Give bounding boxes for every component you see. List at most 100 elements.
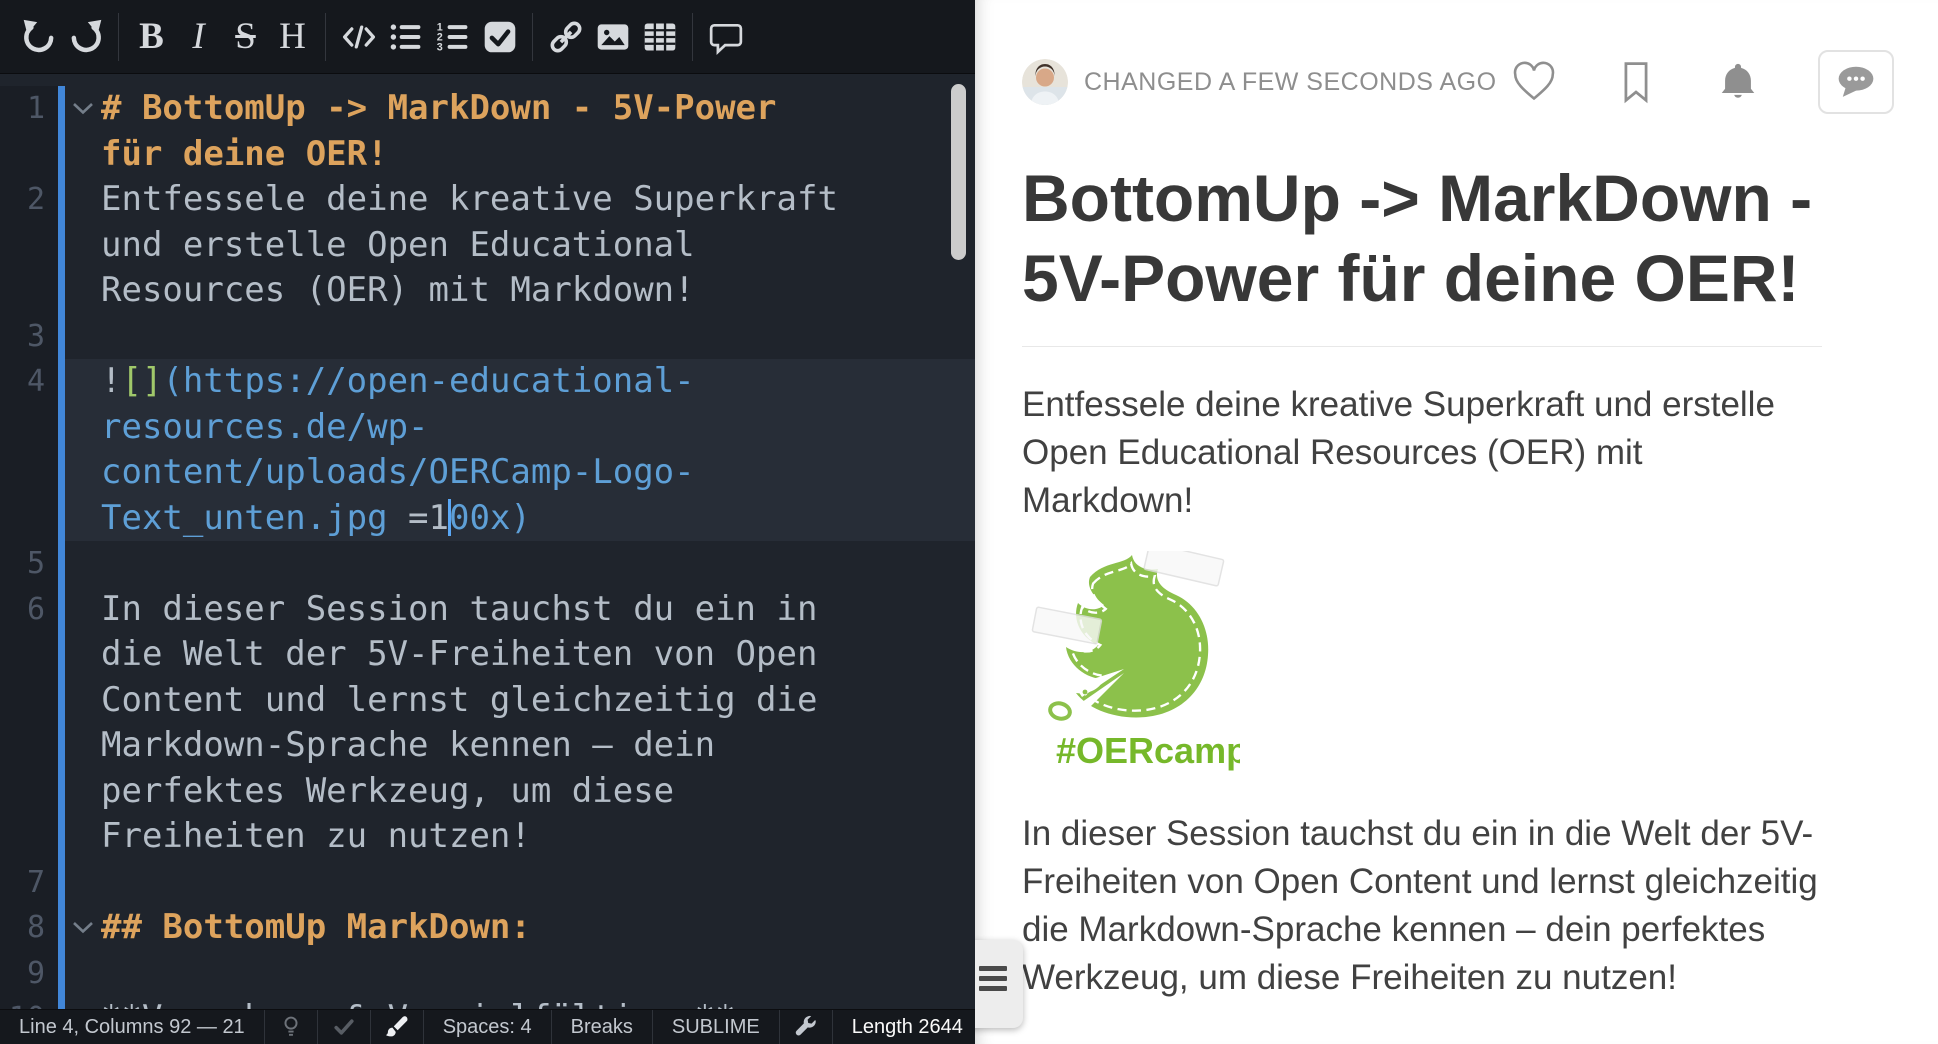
code-text[interactable]: Entfessele deine kreative Superkraft und… bbox=[101, 177, 846, 314]
editor-line[interactable]: 9 bbox=[0, 951, 975, 997]
undo-button[interactable] bbox=[15, 13, 62, 61]
wrench-icon bbox=[793, 1014, 819, 1040]
spaces-setting[interactable]: Spaces: 4 bbox=[424, 1010, 552, 1044]
image-icon bbox=[595, 19, 631, 55]
ordered-list-button[interactable]: 123 bbox=[429, 13, 476, 61]
line-number: 7 bbox=[0, 860, 58, 906]
document-length-status: Length 2644 bbox=[833, 1010, 982, 1044]
fold-chevron-icon[interactable] bbox=[65, 86, 101, 177]
editor-text-area[interactable]: 1# BottomUp -> MarkDown - 5V-Power für d… bbox=[0, 74, 975, 1009]
code-token: =1 bbox=[388, 498, 449, 538]
last-changed-label: CHANGED A FEW SECONDS AGO bbox=[1084, 68, 1497, 97]
note-title: BottomUp -> MarkDown - 5V-Power für dein… bbox=[1022, 158, 1822, 347]
intro-paragraph: Entfessele deine kreative Superkraft und… bbox=[1022, 381, 1822, 525]
code-text[interactable] bbox=[101, 541, 846, 587]
table-button[interactable] bbox=[636, 13, 683, 61]
bookmark-button[interactable] bbox=[1614, 60, 1658, 104]
unordered-list-button[interactable] bbox=[382, 13, 429, 61]
fold-gutter bbox=[65, 587, 101, 860]
toolbar-group: BISH bbox=[118, 13, 325, 61]
fold-gutter bbox=[65, 359, 101, 541]
fold-chevron-icon[interactable] bbox=[65, 905, 101, 951]
session-paragraph: In dieser Session tauchst du ein in die … bbox=[1022, 810, 1822, 1002]
line-number: 2 bbox=[0, 177, 58, 314]
change-indicator bbox=[58, 951, 65, 997]
bold-icon: B bbox=[139, 18, 164, 55]
ordered-list-icon: 123 bbox=[435, 19, 471, 55]
linebreaks-setting[interactable]: Breaks bbox=[552, 1010, 653, 1044]
editor-line[interactable]: 10**Verwahren & Vervielfältigen** bbox=[0, 996, 975, 1009]
bookmark-icon bbox=[1614, 60, 1658, 104]
line-number: 8 bbox=[0, 905, 58, 951]
oercamp-logo-text: #OERcamp bbox=[1056, 730, 1240, 771]
line-number: 5 bbox=[0, 541, 58, 587]
toolbar-group: 123 bbox=[325, 13, 532, 61]
editor-line[interactable]: 5 bbox=[0, 541, 975, 587]
editor-line[interactable]: 8 ## BottomUp MarkDown: bbox=[0, 905, 975, 951]
redo-button[interactable] bbox=[62, 13, 109, 61]
check-button[interactable] bbox=[318, 1010, 371, 1044]
cursor-position-status: Line 4, Columns 92 — 21 bbox=[0, 1010, 265, 1044]
comment-button[interactable] bbox=[702, 13, 749, 61]
brush-button[interactable] bbox=[371, 1010, 424, 1044]
italic-button[interactable]: I bbox=[175, 13, 222, 61]
preferences-button[interactable] bbox=[780, 1010, 833, 1044]
lightbulb-button[interactable] bbox=[265, 1010, 318, 1044]
code-token: # BottomUp -> MarkDown - 5V-Power für de… bbox=[101, 88, 797, 174]
table-icon bbox=[642, 19, 678, 55]
strikethrough-icon: S bbox=[235, 18, 256, 55]
bell-button[interactable] bbox=[1716, 60, 1760, 104]
line-number: 3 bbox=[0, 314, 58, 360]
comment-button[interactable] bbox=[1818, 50, 1894, 114]
heading-button[interactable]: H bbox=[269, 13, 316, 61]
fold-gutter bbox=[65, 177, 101, 314]
strikethrough-button[interactable]: S bbox=[222, 13, 269, 61]
code-token: 00x) bbox=[449, 498, 531, 538]
toolbar-group bbox=[532, 13, 692, 61]
redo-icon bbox=[68, 19, 104, 55]
code-token: **Verwahren & Vervielfältigen** bbox=[101, 998, 736, 1009]
editor-line[interactable]: 6In dieser Session tauchst du ein in die… bbox=[0, 587, 975, 860]
change-indicator bbox=[58, 996, 65, 1009]
line-number: 6 bbox=[0, 587, 58, 860]
line-number: 9 bbox=[0, 951, 58, 997]
editor-status-bar: Line 4, Columns 92 — 21 Spaces: 4 Breaks… bbox=[0, 1009, 975, 1044]
code-button[interactable] bbox=[335, 13, 382, 61]
heart-button[interactable] bbox=[1512, 60, 1556, 104]
code-text[interactable] bbox=[101, 860, 846, 906]
comment-bubble-icon bbox=[1834, 63, 1878, 101]
change-indicator bbox=[58, 541, 65, 587]
heading-icon: H bbox=[279, 18, 306, 55]
code-text[interactable] bbox=[101, 314, 846, 360]
fold-gutter bbox=[65, 860, 101, 906]
check-icon bbox=[331, 1014, 357, 1040]
line-number: 4 bbox=[0, 359, 58, 541]
editor-scrollbar-thumb[interactable] bbox=[951, 84, 966, 260]
menu-icon bbox=[979, 966, 1007, 996]
code-text[interactable] bbox=[101, 951, 846, 997]
bold-button[interactable]: B bbox=[128, 13, 175, 61]
code-token: ! bbox=[101, 361, 121, 401]
code-text[interactable]: # BottomUp -> MarkDown - 5V-Power für de… bbox=[101, 86, 846, 177]
code-icon bbox=[341, 19, 377, 55]
editor-line[interactable]: 1# BottomUp -> MarkDown - 5V-Power für d… bbox=[0, 86, 975, 177]
code-text[interactable]: ![](https://open-educational-resources.d… bbox=[101, 359, 846, 541]
editor-line[interactable]: 4![](https://open-educational-resources.… bbox=[0, 359, 975, 541]
author-avatar[interactable] bbox=[1022, 59, 1068, 105]
editor-line[interactable]: 3 bbox=[0, 314, 975, 360]
keymap-setting[interactable]: SUBLIME bbox=[653, 1010, 780, 1044]
toc-toggle[interactable] bbox=[975, 940, 1023, 1028]
check-list-button[interactable] bbox=[476, 13, 523, 61]
code-text[interactable]: **Verwahren & Vervielfältigen** bbox=[101, 996, 846, 1009]
image-button[interactable] bbox=[589, 13, 636, 61]
editor-line[interactable]: 7 bbox=[0, 860, 975, 906]
oercamp-logo-image: #OERcamp bbox=[1028, 551, 1240, 777]
svg-text:3: 3 bbox=[436, 41, 442, 53]
bell-icon bbox=[1716, 60, 1760, 104]
undo-icon bbox=[21, 19, 57, 55]
link-button[interactable] bbox=[542, 13, 589, 61]
code-text[interactable]: In dieser Session tauchst du ein in die … bbox=[101, 587, 846, 860]
code-text[interactable]: ## BottomUp MarkDown: bbox=[101, 905, 846, 951]
code-token: In dieser Session tauchst du ein in die … bbox=[101, 589, 838, 857]
editor-line[interactable]: 2 Entfessele deine kreative Superkraft un… bbox=[0, 177, 975, 314]
